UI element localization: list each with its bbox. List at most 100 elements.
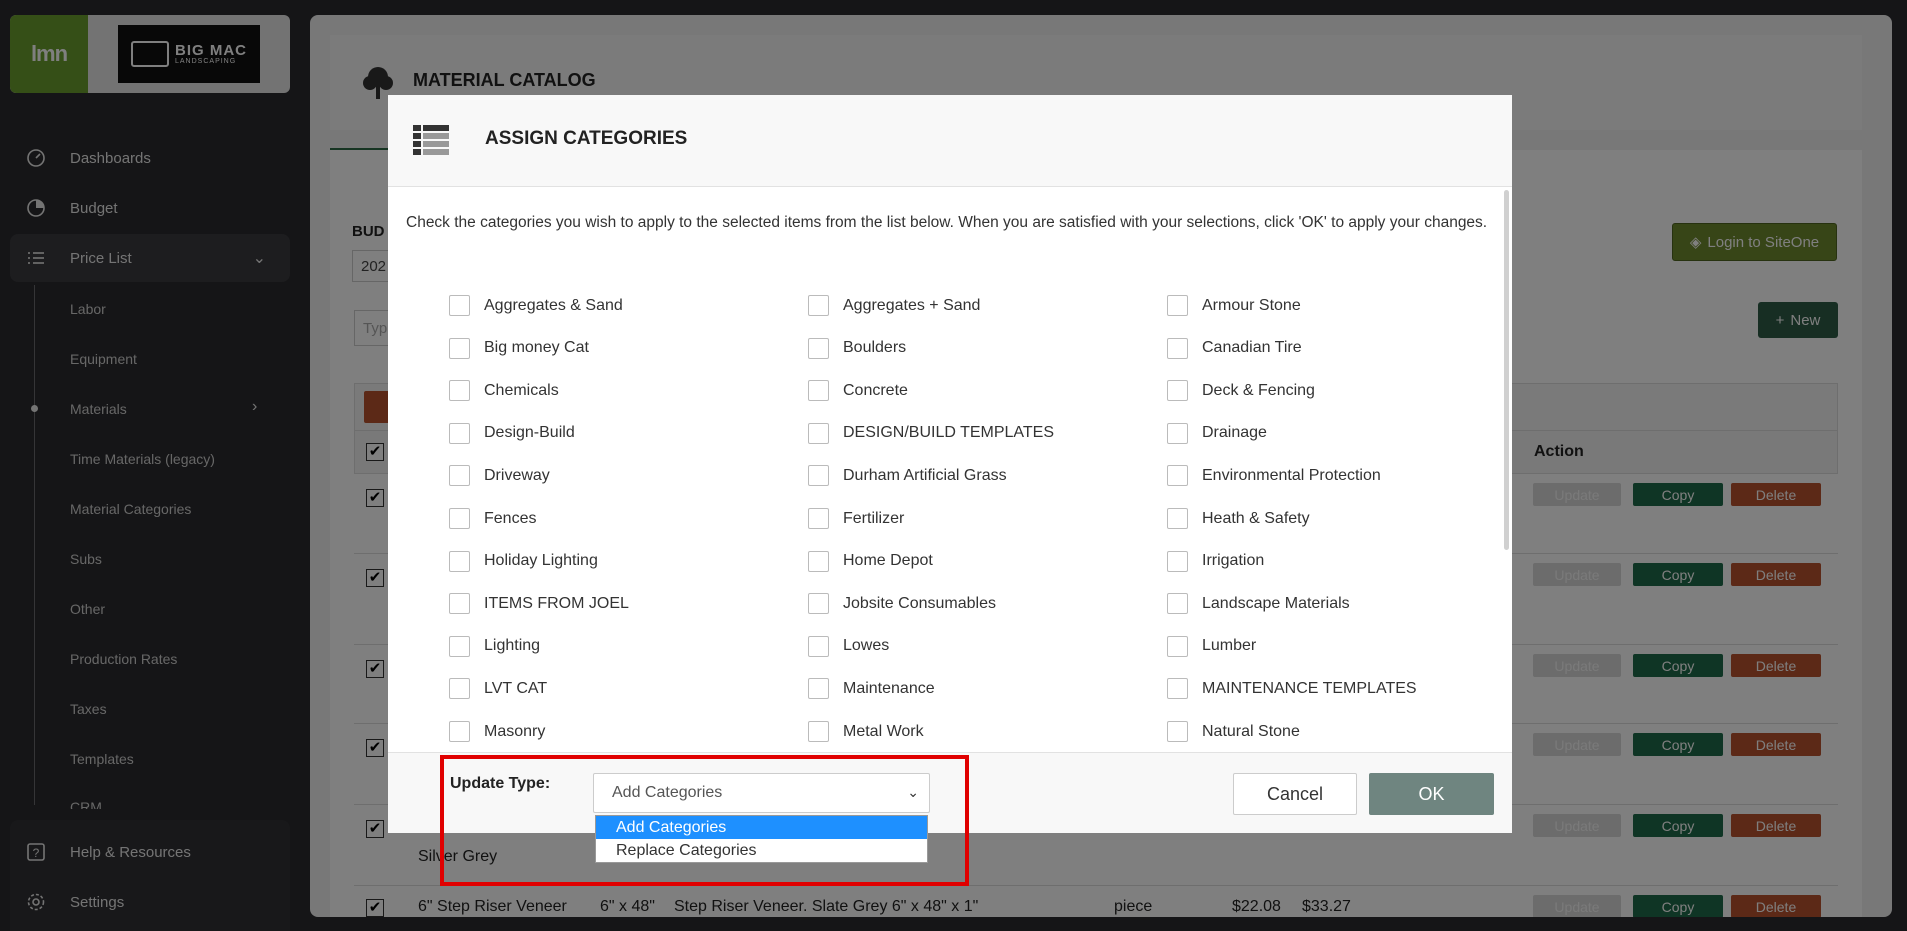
category-checkbox[interactable]	[449, 508, 470, 529]
category-checkbox[interactable]	[808, 295, 829, 316]
category-checkbox-item[interactable]: Holiday Lighting	[449, 550, 598, 572]
category-checkbox[interactable]	[1167, 465, 1188, 487]
category-label: Irrigation	[1202, 552, 1265, 570]
category-checkbox[interactable]	[808, 422, 829, 444]
cancel-button[interactable]: Cancel	[1233, 773, 1357, 815]
category-label: Metal Work	[843, 722, 924, 740]
category-checkbox[interactable]	[449, 721, 470, 742]
category-checkbox-item[interactable]: Fences	[449, 508, 536, 529]
modal-scrollbar[interactable]	[1504, 190, 1509, 550]
category-label: Home Depot	[843, 552, 933, 570]
category-label: Big money Cat	[484, 339, 589, 357]
category-checkbox[interactable]	[808, 465, 829, 487]
category-checkbox[interactable]	[808, 508, 829, 529]
category-checkbox[interactable]	[1167, 550, 1188, 572]
category-label: ITEMS FROM JOEL	[484, 594, 629, 612]
category-checkbox-item[interactable]: Design-Build	[449, 422, 575, 444]
category-checkbox-item[interactable]: ITEMS FROM JOEL	[449, 593, 629, 615]
category-checkbox-item[interactable]: Big money Cat	[449, 337, 589, 359]
category-checkbox-item[interactable]: Lighting	[449, 635, 540, 657]
category-checkbox-item[interactable]: Metal Work	[808, 721, 924, 742]
category-label: Heath & Safety	[1202, 509, 1310, 527]
highlight-frame	[440, 755, 969, 886]
category-checkbox[interactable]	[808, 337, 829, 359]
category-checkbox[interactable]	[808, 635, 829, 657]
category-checkbox[interactable]	[1167, 295, 1188, 316]
category-checkbox-item[interactable]: Landscape Materials	[1167, 593, 1350, 615]
category-checkbox[interactable]	[1167, 593, 1188, 615]
category-checkbox[interactable]	[1167, 337, 1188, 359]
modal-header: ASSIGN CATEGORIES	[388, 95, 1512, 187]
category-checkbox[interactable]	[449, 465, 470, 487]
category-checkbox[interactable]	[449, 380, 470, 402]
category-label: Durham Artificial Grass	[843, 466, 1007, 484]
ok-button[interactable]: OK	[1369, 773, 1494, 815]
category-label: Concrete	[843, 381, 908, 399]
category-checkbox-item[interactable]: Armour Stone	[1167, 295, 1301, 316]
category-checkbox[interactable]	[449, 678, 470, 700]
category-checkbox[interactable]	[449, 337, 470, 359]
category-label: Masonry	[484, 722, 546, 740]
category-label: Driveway	[484, 466, 550, 484]
category-checkbox-item[interactable]: Maintenance	[808, 678, 935, 700]
category-checkbox[interactable]	[449, 635, 470, 657]
category-label: Aggregates & Sand	[484, 296, 623, 314]
category-label: DESIGN/BUILD TEMPLATES	[843, 424, 1055, 442]
modal-instructions: Check the categories you wish to apply t…	[406, 214, 1488, 231]
category-checkbox[interactable]	[808, 380, 829, 402]
category-checkbox-item[interactable]: Durham Artificial Grass	[808, 465, 1007, 487]
category-label: Aggregates + Sand	[843, 296, 981, 314]
category-label: Fences	[484, 509, 537, 527]
category-checkbox-item[interactable]: Aggregates + Sand	[808, 295, 980, 316]
category-checkbox[interactable]	[808, 721, 829, 742]
category-checkbox[interactable]	[449, 550, 470, 572]
modal-title: ASSIGN CATEGORIES	[485, 128, 688, 149]
category-checkbox-item[interactable]: Heath & Safety	[1167, 508, 1310, 529]
category-checkbox-item[interactable]: Deck & Fencing	[1167, 380, 1315, 402]
category-checkbox-item[interactable]: Lowes	[808, 635, 889, 657]
category-checkbox[interactable]	[449, 295, 470, 316]
category-checkbox-item[interactable]: Natural Stone	[1167, 721, 1300, 742]
category-checkbox-item[interactable]: Environmental Protection	[1167, 465, 1381, 487]
category-checkbox[interactable]	[449, 422, 470, 444]
category-label: Drainage	[1202, 424, 1267, 442]
category-checkbox-item[interactable]: Irrigation	[1167, 550, 1265, 572]
category-checkbox-item[interactable]: Canadian Tire	[1167, 337, 1302, 359]
category-checkbox-item[interactable]: Fertilizer	[808, 508, 904, 529]
category-checkbox[interactable]	[808, 593, 829, 615]
category-checkbox-item[interactable]: LVT CAT	[449, 678, 547, 700]
category-checkbox[interactable]	[808, 678, 829, 700]
category-checkbox[interactable]	[449, 593, 470, 615]
category-list-icon	[413, 125, 449, 157]
category-checkbox-item[interactable]: Chemicals	[449, 380, 559, 402]
assign-categories-modal: ASSIGN CATEGORIES Check the categories y…	[388, 95, 1512, 863]
category-checkbox-item[interactable]: Drainage	[1167, 422, 1267, 444]
category-checkbox[interactable]	[1167, 508, 1188, 529]
category-checkbox[interactable]	[1167, 721, 1188, 742]
category-checkbox-item[interactable]: MAINTENANCE TEMPLATES	[1167, 678, 1417, 700]
category-checkbox-item[interactable]: Driveway	[449, 465, 550, 487]
category-checkbox[interactable]	[1167, 635, 1188, 657]
category-checkbox[interactable]	[1167, 678, 1188, 700]
category-checkbox[interactable]	[1167, 422, 1188, 444]
category-label: Holiday Lighting	[484, 552, 598, 570]
category-label: Lumber	[1202, 637, 1257, 655]
category-checkbox[interactable]	[808, 550, 829, 572]
category-checkbox-item[interactable]: Boulders	[808, 337, 906, 359]
category-label: Canadian Tire	[1202, 339, 1302, 357]
category-checkbox-item[interactable]: DESIGN/BUILD TEMPLATES	[808, 422, 1055, 444]
category-label: Jobsite Consumables	[843, 594, 996, 612]
category-checkbox-item[interactable]: Jobsite Consumables	[808, 593, 996, 615]
category-checkbox-item[interactable]: Home Depot	[808, 550, 933, 572]
category-label: Fertilizer	[843, 509, 905, 527]
category-checkbox[interactable]	[1167, 380, 1188, 402]
category-label: Natural Stone	[1202, 722, 1300, 740]
category-label: Chemicals	[484, 381, 559, 399]
category-label: Landscape Materials	[1202, 594, 1350, 612]
category-checkbox-item[interactable]: Concrete	[808, 380, 908, 402]
category-checkbox-item[interactable]: Masonry	[449, 721, 545, 742]
category-label: Maintenance	[843, 679, 935, 697]
category-checkbox-item[interactable]: Aggregates & Sand	[449, 295, 623, 316]
category-label: Design-Build	[484, 424, 575, 442]
category-checkbox-item[interactable]: Lumber	[1167, 635, 1257, 657]
